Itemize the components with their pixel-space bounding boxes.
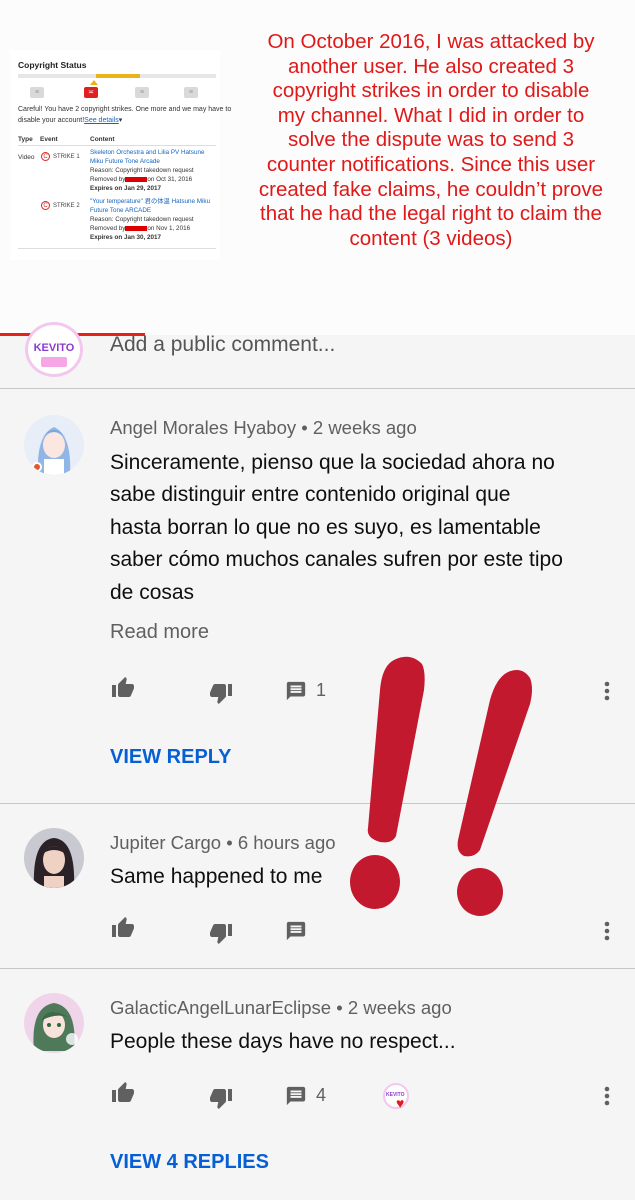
exclamation-marks-overlay [350, 656, 532, 916]
exclamation-bar [367, 656, 425, 843]
exclamation-dot [457, 868, 503, 916]
exclamation-dot [350, 855, 400, 909]
exclamation-bar [457, 670, 532, 857]
